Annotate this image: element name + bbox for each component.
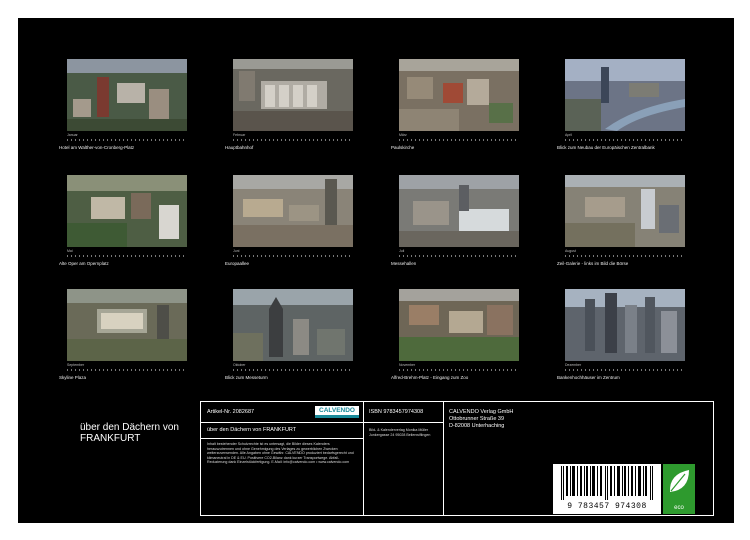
photo-caption: Zeil-Galerie - links im Bild die Börse bbox=[557, 261, 629, 266]
divider bbox=[443, 402, 444, 515]
aerial-photo bbox=[67, 59, 187, 131]
barcode-number: 9 783457 974308 bbox=[567, 502, 647, 511]
title-line-2: FRANKFURT bbox=[80, 433, 141, 444]
day-strip bbox=[565, 139, 685, 141]
day-strip bbox=[399, 369, 519, 371]
photo-caption: Messehallen bbox=[391, 261, 417, 266]
subtitle: über den Dächern von FRANKFURT bbox=[207, 427, 297, 433]
month-label: März bbox=[399, 133, 407, 137]
month-label: September bbox=[67, 363, 85, 367]
photo-caption: Paulskirche bbox=[391, 145, 415, 150]
logo-text: CALVENDO bbox=[319, 407, 355, 414]
logo-underline bbox=[315, 415, 359, 418]
verlag-city: D-82008 Unterhaching bbox=[449, 423, 505, 429]
info-box: Artikel-Nr. 2082687 CALVENDO über den Dä… bbox=[200, 401, 714, 516]
leaf-icon bbox=[669, 470, 689, 492]
day-strip bbox=[565, 369, 685, 371]
month-label: Mai bbox=[67, 249, 73, 253]
aerial-photo bbox=[233, 59, 353, 131]
day-strip bbox=[233, 369, 353, 371]
photo-caption: Hotel am Walther-von-Cronberg-Platz bbox=[59, 145, 135, 150]
photo-caption: Blick zum Messeturm bbox=[225, 375, 268, 380]
month-cell: März Paulskirche bbox=[391, 59, 519, 159]
month-label: April bbox=[565, 133, 573, 137]
legal-text: Inhalt bestehender Schutzrechte ist es u… bbox=[207, 442, 354, 465]
month-cell: Juli Messehallen bbox=[391, 175, 519, 275]
month-label: Februar bbox=[233, 133, 246, 137]
divider bbox=[201, 438, 363, 439]
isbn: ISBN 9783457974308 bbox=[369, 409, 424, 415]
photo-caption: Blick zum Neubau der Europäischen Zentra… bbox=[557, 145, 655, 150]
calendar-title: über den Dächern von FRANKFURT bbox=[80, 422, 179, 444]
month-cell: Februar Hauptbahnhof bbox=[225, 59, 353, 159]
month-label: Oktober bbox=[233, 363, 246, 367]
month-label: Januar bbox=[67, 133, 78, 137]
author-address: Bild- & Kalenderverlag Monika Müller Jun… bbox=[369, 428, 431, 437]
photo-caption: Europaallee bbox=[225, 261, 250, 266]
aerial-photo bbox=[565, 175, 685, 247]
barcode: 9 783457 974308 bbox=[553, 464, 661, 514]
aerial-photo bbox=[565, 289, 685, 361]
month-cell: April Blick zum Neubau der Europäischen … bbox=[557, 59, 685, 159]
aerial-photo bbox=[233, 175, 353, 247]
day-strip bbox=[67, 139, 187, 141]
day-strip bbox=[233, 255, 353, 257]
month-cell: September Skyline Plaza bbox=[59, 289, 187, 389]
month-cell: Oktober Blick zum Messeturm bbox=[225, 289, 353, 389]
month-cell: August Zeil-Galerie - links im Bild die … bbox=[557, 175, 685, 275]
photo-caption: Bankenhochhäuser im Zentrum bbox=[557, 375, 620, 380]
verlag-name: CALVENDO Verlag GmbH bbox=[449, 409, 514, 415]
divider bbox=[363, 402, 364, 515]
photo-caption: Skyline Plaza bbox=[59, 375, 87, 380]
month-cell: Juni Europaallee bbox=[225, 175, 353, 275]
photo-caption: Hauptbahnhof bbox=[225, 145, 254, 150]
day-strip bbox=[67, 369, 187, 371]
aerial-photo bbox=[67, 175, 187, 247]
month-label: Juni bbox=[233, 249, 240, 253]
aerial-photo bbox=[399, 289, 519, 361]
month-label: Dezember bbox=[565, 363, 582, 367]
calvendo-logo: CALVENDO bbox=[315, 406, 359, 418]
aerial-photo bbox=[565, 59, 685, 131]
month-cell: Dezember Bankenhochhäuser im Zentrum bbox=[557, 289, 685, 389]
aerial-photo bbox=[399, 175, 519, 247]
calendar-back-cover: Januar Hotel am Walther-von-Cronberg-Pla… bbox=[18, 18, 734, 523]
divider bbox=[201, 422, 363, 423]
month-label: August bbox=[565, 249, 576, 253]
day-strip bbox=[233, 139, 353, 141]
day-strip bbox=[565, 255, 685, 257]
month-cell: November Alfred-Brehm-Platz - Eingang zu… bbox=[391, 289, 519, 389]
aerial-photo bbox=[233, 289, 353, 361]
barcode-bars bbox=[561, 466, 653, 500]
photo-caption: Alte Oper am Opernplatz bbox=[59, 261, 109, 266]
title-line-1: über den Dächern von bbox=[80, 422, 179, 433]
aerial-photo bbox=[399, 59, 519, 131]
divider bbox=[363, 422, 443, 423]
day-strip bbox=[399, 139, 519, 141]
eco-badge: eco bbox=[663, 464, 695, 514]
verlag-street: Ottobrunner Straße 39 bbox=[449, 416, 505, 422]
photo-caption: Alfred-Brehm-Platz - Eingang zum Zoo bbox=[391, 375, 469, 380]
month-cell: Mai Alte Oper am Opernplatz bbox=[59, 175, 187, 275]
day-strip bbox=[67, 255, 187, 257]
eco-label: eco bbox=[674, 505, 684, 511]
article-number: Artikel-Nr. 2082687 bbox=[207, 409, 255, 415]
aerial-photo bbox=[67, 289, 187, 361]
day-strip bbox=[399, 255, 519, 257]
month-label: November bbox=[399, 363, 416, 367]
month-cell: Januar Hotel am Walther-von-Cronberg-Pla… bbox=[59, 59, 187, 159]
month-label: Juli bbox=[399, 249, 405, 253]
